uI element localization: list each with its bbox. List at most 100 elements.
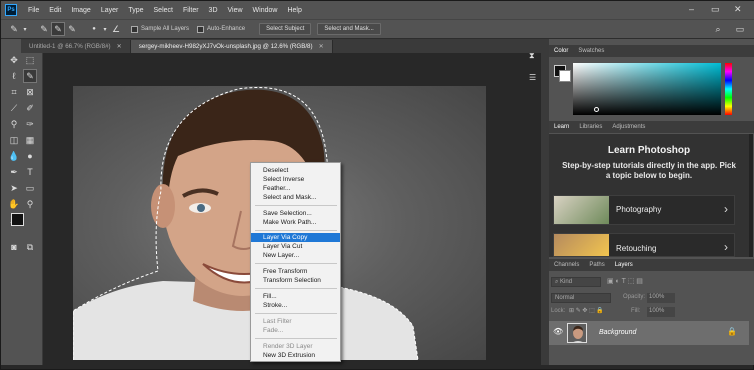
menu-3d[interactable]: 3D [209,7,218,14]
menu-item-deselect[interactable]: Deselect [251,166,340,175]
menu-item-free-transform[interactable]: Free Transform [251,267,340,276]
menu-image[interactable]: Image [71,7,90,14]
select-subject-button[interactable]: Select Subject [259,23,312,35]
menu-item-layer-via-cut[interactable]: Layer Via Cut [251,242,340,251]
path-selection-tool-icon[interactable]: ➤ [7,181,21,195]
layer-filter-icons[interactable]: ▣ ◐ T ⬚ ▤ [607,277,667,287]
opacity-input[interactable]: 100% [647,293,675,303]
tab-sergey-photo[interactable]: sergey-mikheev-H982yXJ7vOk-unsplash.jpg … [130,40,333,53]
opacity-label: Opacity: [623,294,646,300]
menu-edit[interactable]: Edit [49,7,61,14]
close-icon[interactable]: ✕ [117,43,122,50]
fill-input[interactable]: 100% [647,307,675,317]
chevron-down-icon[interactable]: ▾ [21,22,29,36]
sample-all-layers-checkbox[interactable]: Sample All Layers [131,25,189,33]
eye-icon[interactable]: 👁 [553,327,563,336]
tab-swatches[interactable]: Swatches [573,48,609,54]
crop-tool-icon[interactable]: ⌗ [7,85,21,99]
blur-tool-icon[interactable]: 💧 [7,149,21,163]
hue-slider[interactable] [725,63,732,115]
menu-item-fill[interactable]: Fill... [251,292,340,301]
workspace-icon[interactable]: ▭ [733,22,747,36]
tab-layers[interactable]: Layers [610,262,638,268]
history-panel-icon[interactable]: ⧗ [529,51,543,65]
lasso-tool-icon[interactable]: ℓ [7,69,21,83]
menu-item-layer-via-copy[interactable]: Layer Via Copy [251,233,340,242]
angle-icon[interactable]: ∠ [109,22,123,36]
learn-card-photography[interactable]: Photography › [553,195,735,225]
hand-tool-icon[interactable]: ✋ [7,197,21,211]
menu-separator [255,313,337,314]
lock-icons[interactable]: ⊞ ✎ ✥ ⬚ 🔒 [569,307,604,314]
learn-card-retouching[interactable]: Retouching › [553,233,735,257]
eyedropper-tool-icon[interactable]: ⟋ [7,101,21,115]
quick-selection-tool-icon[interactable]: ✎ [7,22,21,36]
menu-item-transform-selection[interactable]: Transform Selection [251,276,340,285]
type-tool-icon[interactable]: T [23,165,37,179]
menu-item-save-selection[interactable]: Save Selection... [251,209,340,218]
kind-label: Kind [560,279,573,285]
zoom-tool-icon[interactable]: ⚲ [23,197,37,211]
properties-panel-icon[interactable]: ☰ [529,73,543,87]
tab-channels[interactable]: Channels [549,262,584,268]
tab-learn[interactable]: Learn [549,124,574,130]
color-panel-tabs: Color Swatches [549,45,754,57]
brush-tool-icon[interactable]: ✐ [23,101,37,115]
menu-window[interactable]: Window [253,7,278,14]
menu-item-feather[interactable]: Feather... [251,184,340,193]
tab-adjustments[interactable]: Adjustments [607,124,650,130]
menu-item-select-and-mask[interactable]: Select and Mask... [251,193,340,202]
tab-color[interactable]: Color [549,48,573,54]
move-tool-icon[interactable]: ✥ [7,53,21,67]
close-icon[interactable]: ✕ [319,43,324,50]
restore-icon[interactable]: ▭ [711,4,720,15]
add-to-selection-icon[interactable]: ✎ [51,22,65,36]
subtract-from-selection-icon[interactable]: ✎ [65,22,79,36]
lock-icon: 🔒 [727,327,737,336]
history-brush-tool-icon[interactable]: ✑ [23,117,37,131]
tab-libraries[interactable]: Libraries [574,124,607,130]
foreground-color-swatch[interactable] [11,213,24,226]
quick-mask-icon[interactable]: ◙ [7,240,21,254]
tab-untitled-1[interactable]: Untitled-1 @ 66.7% (RGB/8#) ✕ [21,40,131,53]
menu-item-new-3d-extrusion[interactable]: New 3D Extrusion [251,351,340,360]
menu-item-new-layer[interactable]: New Layer... [251,251,340,260]
learn-scrollbar[interactable] [749,134,753,257]
layer-row-background[interactable]: 👁 Background 🔒 [549,321,749,345]
gradient-tool-icon[interactable]: ▦ [23,133,37,147]
menu-select[interactable]: Select [154,7,173,14]
menu-file[interactable]: File [28,7,39,14]
menu-filter[interactable]: Filter [183,7,199,14]
blend-mode-select[interactable]: Normal [551,293,611,303]
eraser-tool-icon[interactable]: ◫ [7,133,21,147]
frame-tool-icon[interactable]: ⊠ [23,85,37,99]
menu-item-make-work-path[interactable]: Make Work Path... [251,218,340,227]
background-color-swatch[interactable] [559,70,571,82]
tab-paths[interactable]: Paths [584,262,609,268]
layer-filter-kind[interactable]: ⌕ Kind [551,277,601,287]
select-and-mask-button[interactable]: Select and Mask... [317,23,381,35]
new-selection-icon[interactable]: ✎ [37,22,51,36]
brush-size-icon[interactable]: ● [87,22,101,36]
photography-thumbnail [554,196,609,224]
marquee-tool-icon[interactable]: ⬚ [23,53,37,67]
minimize-icon[interactable]: – [689,4,694,14]
rectangle-tool-icon[interactable]: ▭ [23,181,37,195]
auto-enhance-checkbox[interactable]: Auto-Enhance [197,25,245,33]
menu-type[interactable]: Type [128,7,143,14]
quick-selection-tool-icon[interactable]: ✎ [23,69,37,83]
search-icon[interactable]: ⌕ [711,22,725,36]
screen-mode-icon[interactable]: ⧉ [23,240,37,254]
menu-item-stroke[interactable]: Stroke... [251,301,340,310]
close-icon[interactable]: ✕ [734,4,742,15]
dodge-tool-icon[interactable]: ● [23,149,37,163]
menu-item-select-inverse[interactable]: Select Inverse [251,175,340,184]
menu-view[interactable]: View [228,7,243,14]
color-picker-cursor[interactable] [594,107,599,112]
brush-picker-chevron-icon[interactable]: ▾ [101,22,109,36]
menu-layer[interactable]: Layer [101,7,119,14]
menu-help[interactable]: Help [287,7,301,14]
stamp-tool-icon[interactable]: ⚲ [7,117,21,131]
pen-tool-icon[interactable]: ✒ [7,165,21,179]
options-bar: ✎ ▾ ✎ ✎ ✎ ● ▾ ∠ Sample All Layers Auto-E… [1,19,754,39]
